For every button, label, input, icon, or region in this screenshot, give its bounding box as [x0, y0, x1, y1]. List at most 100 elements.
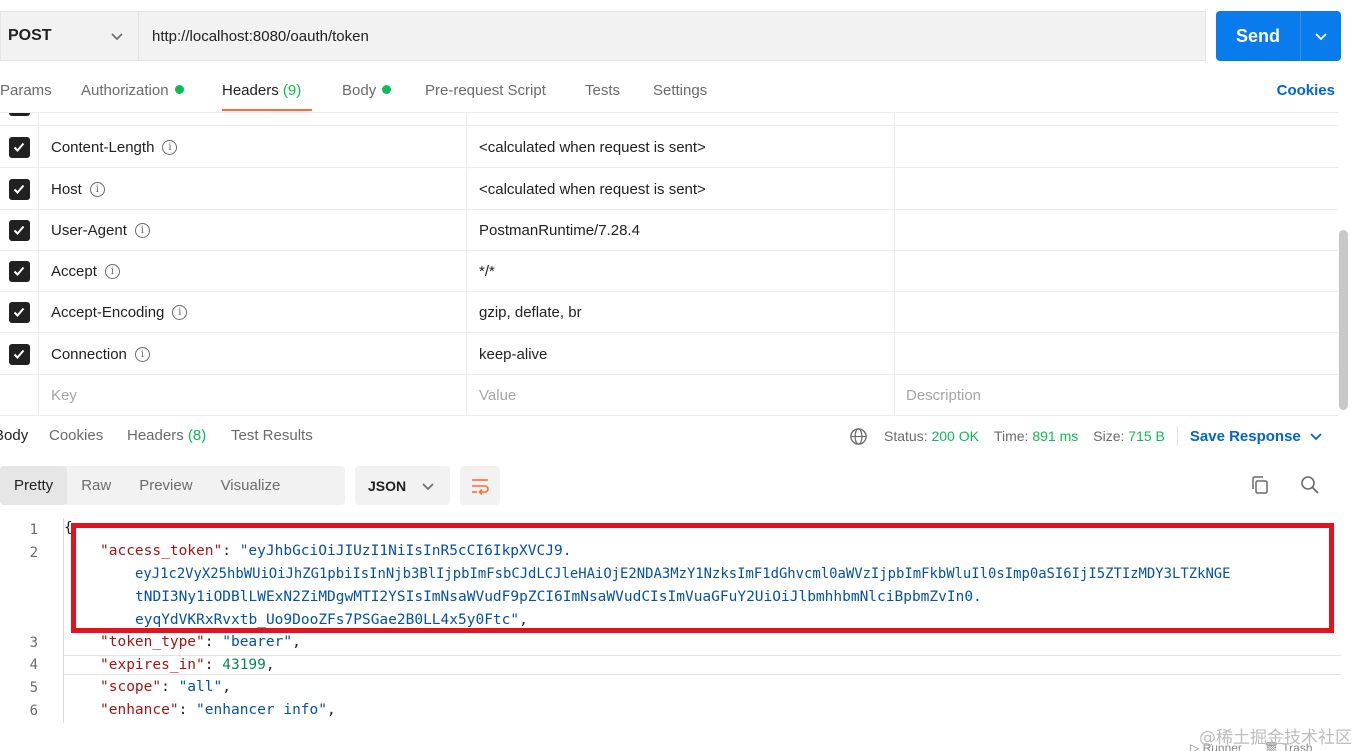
header-value-cell[interactable]: PostmanRuntime/7.28.4 [467, 210, 895, 250]
response-tabs: Body Cookies Headers (8) Test Results St… [0, 420, 1358, 454]
header-value-cell[interactable] [467, 113, 895, 125]
modified-dot-icon [174, 85, 184, 94]
header-description-cell[interactable] [895, 127, 1338, 167]
tab-response-headers[interactable]: Headers (8) [127, 427, 206, 444]
send-options-button[interactable] [1300, 11, 1341, 61]
value-input[interactable]: Value [467, 375, 895, 415]
line-number: 6 [29, 703, 38, 719]
header-description-cell[interactable] [895, 251, 1338, 291]
line-number: 1 [29, 522, 38, 538]
request-url-bar: POST http://localhost:8080/oauth/token [0, 11, 1206, 61]
code-line: "expires_in": 43199, [100, 657, 275, 673]
info-icon[interactable]: i [134, 222, 150, 238]
header-value-cell[interactable]: <calculated when request is sent> [467, 127, 895, 167]
header-value-cell[interactable]: gzip, deflate, br [467, 292, 895, 332]
row-checkbox-cell [0, 210, 39, 250]
save-response-button[interactable]: Save Response [1190, 428, 1301, 445]
row-checkbox-cell [0, 169, 39, 209]
table-row: Content-Length i <calculated when request… [0, 127, 1338, 168]
checkbox[interactable] [8, 301, 30, 323]
table-row-partial [0, 113, 1338, 126]
header-description-cell[interactable] [895, 169, 1338, 209]
tab-authorization[interactable]: Authorization [81, 82, 184, 99]
header-value: <calculated when request is sent> [479, 180, 706, 198]
tab-tests-label: Tests [585, 82, 621, 99]
description-input[interactable]: Description [895, 375, 1338, 415]
checkmark-icon [13, 266, 25, 276]
tab-settings[interactable]: Settings [653, 82, 707, 99]
raw-button[interactable]: Raw [67, 466, 123, 505]
new-header-row: Key Value Description [0, 375, 1338, 416]
size-value: 715 B [1128, 428, 1165, 444]
format-select[interactable]: JSON [355, 466, 450, 505]
header-key: Content-Length [51, 138, 155, 156]
table-row: User-Agent i PostmanRuntime/7.28.4 [0, 210, 1338, 251]
send-button[interactable]: Send [1216, 11, 1300, 61]
table-row: Accept i */* [0, 251, 1338, 292]
code-line: "token_type": "bearer", [100, 634, 301, 650]
url-input[interactable]: http://localhost:8080/oauth/token [138, 11, 1206, 61]
tab-prerequest-script[interactable]: Pre-request Script [425, 82, 546, 99]
tab-params-label: Params [0, 82, 52, 99]
row-checkbox-cell [0, 127, 39, 167]
checkbox[interactable] [8, 136, 30, 158]
cookies-link[interactable]: Cookies [1277, 82, 1335, 99]
checkbox[interactable] [8, 178, 30, 200]
tab-response-body[interactable]: Body [0, 427, 28, 444]
header-key-cell[interactable]: Content-Length i [39, 127, 467, 167]
tab-tests[interactable]: Tests [585, 82, 620, 99]
header-description-cell[interactable] [895, 334, 1338, 374]
response-status-bar: Status: 200 OK Time: 891 ms Size: 715 B … [849, 426, 1323, 446]
header-description-cell[interactable] [895, 210, 1338, 250]
copy-icon [1252, 476, 1268, 494]
header-key: Accept [51, 262, 97, 280]
header-value-cell[interactable]: */* [467, 251, 895, 291]
tab-body[interactable]: Body [342, 82, 392, 99]
method-select[interactable]: POST [0, 11, 138, 61]
checkbox[interactable] [8, 219, 30, 241]
tab-params[interactable]: Params [0, 82, 52, 99]
tab-response-cookies[interactable]: Cookies [49, 427, 103, 444]
gutter-divider [63, 518, 64, 723]
info-icon[interactable]: i [134, 346, 150, 362]
info-icon[interactable]: i [172, 304, 188, 320]
header-description-cell[interactable] [895, 113, 1338, 125]
visualize-button[interactable]: Visualize [205, 466, 293, 505]
table-row: Connection i keep-alive [0, 334, 1338, 375]
header-value-cell[interactable]: keep-alive [467, 334, 895, 374]
tab-test-results[interactable]: Test Results [231, 427, 313, 444]
table-row: Host i <calculated when request is sent> [0, 169, 1338, 210]
copy-button[interactable] [1249, 474, 1273, 498]
header-key-cell[interactable] [39, 113, 467, 125]
checkbox[interactable] [8, 113, 30, 116]
info-icon[interactable]: i [104, 263, 120, 279]
header-key-cell[interactable]: Accept i [39, 251, 467, 291]
key-input[interactable]: Key [39, 375, 467, 415]
globe-icon[interactable] [849, 427, 868, 446]
wrap-lines-button[interactable] [460, 466, 500, 505]
chevron-down-icon[interactable] [1309, 429, 1323, 443]
search-button[interactable] [1299, 474, 1323, 498]
checkbox[interactable] [8, 260, 30, 282]
vertical-scrollbar[interactable] [1339, 230, 1348, 410]
checkbox[interactable] [8, 343, 30, 365]
header-value-cell[interactable]: <calculated when request is sent> [467, 169, 895, 209]
header-key-cell[interactable]: Accept-Encoding i [39, 292, 467, 332]
preview-button[interactable]: Preview [123, 466, 204, 505]
row-checkbox-cell [0, 113, 39, 125]
tab-headers[interactable]: Headers (9) [222, 82, 301, 99]
code-line: "scope": "all", [100, 679, 231, 695]
format-label: JSON [368, 477, 407, 494]
header-key-cell[interactable]: User-Agent i [39, 210, 467, 250]
header-description-cell[interactable] [895, 292, 1338, 332]
info-icon[interactable]: i [89, 181, 105, 197]
header-key: User-Agent [51, 221, 127, 239]
json-string: "all" [178, 679, 223, 695]
header-key-cell[interactable]: Host i [39, 169, 467, 209]
header-key-cell[interactable]: Connection i [39, 334, 467, 374]
tab-headers-count: (9) [282, 82, 302, 99]
pretty-button[interactable]: Pretty [0, 466, 68, 505]
info-icon[interactable]: i [162, 139, 178, 155]
json-key: "expires_in" [100, 657, 205, 673]
header-key: Host [51, 180, 82, 198]
